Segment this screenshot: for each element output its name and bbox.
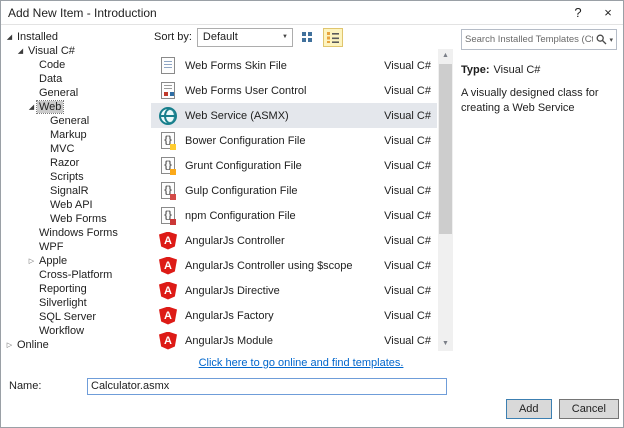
tree-item-general[interactable]: General: [1, 86, 149, 100]
template-column: Sort by: Default ▼ ▲ ▼ Web Forms Skin Fi…: [149, 25, 453, 375]
template-item-web-forms-skin-file[interactable]: Web Forms Skin File Visual C#: [151, 53, 437, 78]
search-icon[interactable]: [596, 34, 607, 45]
tree-item-silverlight[interactable]: Silverlight: [1, 296, 149, 310]
template-item-web-service-asmx[interactable]: Web Service (ASMX) Visual C#: [151, 103, 437, 128]
tree-item-cross-platform[interactable]: Cross-Platform: [1, 268, 149, 282]
template-item-angularjs-controller[interactable]: AngularJs Controller Visual C#: [151, 228, 437, 253]
search-input[interactable]: [462, 34, 597, 45]
tree-item-windows-forms[interactable]: Windows Forms: [1, 226, 149, 240]
template-item-angularjs-module[interactable]: AngularJs Module Visual C#: [151, 328, 437, 351]
titlebar[interactable]: Add New Item - Introduction ? ×: [1, 1, 623, 25]
tree-item-web-forms[interactable]: Web Forms: [1, 212, 149, 226]
window-title: Add New Item - Introduction: [8, 5, 157, 20]
type-label: Type:: [461, 64, 490, 76]
tree-expander-icon[interactable]: [26, 104, 37, 111]
info-panel: Type:Visual C# A visually designed class…: [453, 25, 623, 375]
angularjs-shield-icon: [159, 306, 177, 325]
template-list: Web Forms Skin File Visual C# Web Forms …: [149, 49, 453, 351]
template-description: A visually designed class for creating a…: [461, 87, 599, 115]
close-button[interactable]: ×: [593, 1, 623, 24]
template-item-bower-configuration-file[interactable]: Bower Configuration File Visual C#: [151, 128, 437, 153]
template-list-scrollbar[interactable]: [438, 49, 453, 351]
angularjs-shield-icon: [159, 256, 177, 275]
search-box: [461, 29, 617, 50]
web-forms-skin-icon: [161, 57, 175, 74]
tree-item-wpf[interactable]: WPF: [1, 240, 149, 254]
angularjs-shield-icon: [159, 331, 177, 350]
tree-item-online[interactable]: Online: [1, 338, 149, 352]
tree-item-razor[interactable]: Razor: [1, 156, 149, 170]
name-label: Name:: [9, 380, 42, 392]
medium-icons-view-icon: [301, 32, 312, 42]
search-history-chevron-icon[interactable]: [609, 36, 613, 44]
tree-expander-icon[interactable]: [26, 258, 37, 265]
sort-dropdown-value: Default: [202, 31, 238, 43]
list-view-button[interactable]: [322, 27, 343, 47]
scroll-down-arrow-icon[interactable]: [438, 337, 453, 351]
dialog-body: Installed Visual C# Code Data: [1, 25, 623, 375]
template-item-angularjs-directive[interactable]: AngularJs Directive Visual C#: [151, 278, 437, 303]
chevron-down-icon[interactable]: [278, 29, 292, 46]
button-row: Add Cancel: [1, 397, 623, 427]
gulp-config-icon: [161, 182, 176, 200]
tree-expander-icon[interactable]: [4, 34, 15, 41]
tree-item-workflow[interactable]: Workflow: [1, 324, 149, 338]
template-item-npm-configuration-file[interactable]: npm Configuration File Visual C#: [151, 203, 437, 228]
online-templates-link[interactable]: Click here to go online and find templat…: [199, 357, 404, 369]
tree-item-markup[interactable]: Markup: [1, 128, 149, 142]
list-toolbar: Sort by: Default: [149, 25, 453, 49]
tree-item-reporting[interactable]: Reporting: [1, 282, 149, 296]
link-row: Click here to go online and find templat…: [149, 351, 453, 375]
bower-config-icon: [161, 132, 176, 150]
category-tree: Installed Visual C# Code Data: [1, 25, 149, 375]
add-new-item-dialog: Add New Item - Introduction ? × Installe…: [0, 0, 624, 428]
angularjs-shield-icon: [159, 281, 177, 300]
list-view-icon: [326, 32, 339, 43]
tree-item-mvc[interactable]: MVC: [1, 142, 149, 156]
tree-expander-icon[interactable]: [4, 342, 15, 349]
tree-item-apple[interactable]: Apple: [1, 254, 149, 268]
tree-item-installed[interactable]: Installed: [1, 30, 149, 44]
type-line: Type: Visual C#: [461, 64, 617, 76]
medium-icons-view-button[interactable]: [298, 28, 318, 47]
cancel-button[interactable]: Cancel: [558, 399, 619, 419]
tree-item-data[interactable]: Data: [1, 72, 149, 86]
template-item-angularjs-factory[interactable]: AngularJs Factory Visual C#: [151, 303, 437, 328]
scrollbar-thumb[interactable]: [439, 64, 452, 234]
npm-config-icon: [161, 207, 176, 225]
tree-item-code[interactable]: Code: [1, 58, 149, 72]
grunt-config-icon: [161, 157, 176, 175]
type-value: Visual C#: [493, 64, 541, 76]
tree-expander-icon[interactable]: [15, 48, 26, 55]
template-item-web-forms-user-control[interactable]: Web Forms User Control Visual C#: [151, 78, 437, 103]
tree-item-web-api[interactable]: Web API: [1, 198, 149, 212]
web-forms-user-control-icon: [161, 82, 175, 99]
tree-item-sql-server[interactable]: SQL Server: [1, 310, 149, 324]
web-service-globe-icon: [159, 106, 177, 125]
add-button[interactable]: Add: [505, 399, 552, 419]
sort-by-label: Sort by:: [154, 31, 192, 43]
sort-dropdown[interactable]: Default: [196, 27, 293, 47]
tree-item-general[interactable]: General: [1, 114, 149, 128]
template-item-grunt-configuration-file[interactable]: Grunt Configuration File Visual C#: [151, 153, 437, 178]
tree-item-signalr[interactable]: SignalR: [1, 184, 149, 198]
tree-item-scripts[interactable]: Scripts: [1, 170, 149, 184]
angularjs-shield-icon: [159, 231, 177, 250]
template-item-angularjs-controller-using-scope[interactable]: AngularJs Controller using $scope Visual…: [151, 253, 437, 278]
scroll-up-arrow-icon[interactable]: [438, 49, 453, 63]
name-row: Name:: [1, 375, 623, 397]
template-item-gulp-configuration-file[interactable]: Gulp Configuration File Visual C#: [151, 178, 437, 203]
tree-item-visual-c[interactable]: Visual C#: [1, 44, 149, 58]
tree-item-web[interactable]: Web: [1, 100, 149, 114]
help-button[interactable]: ?: [563, 1, 593, 24]
name-input[interactable]: [87, 377, 447, 395]
